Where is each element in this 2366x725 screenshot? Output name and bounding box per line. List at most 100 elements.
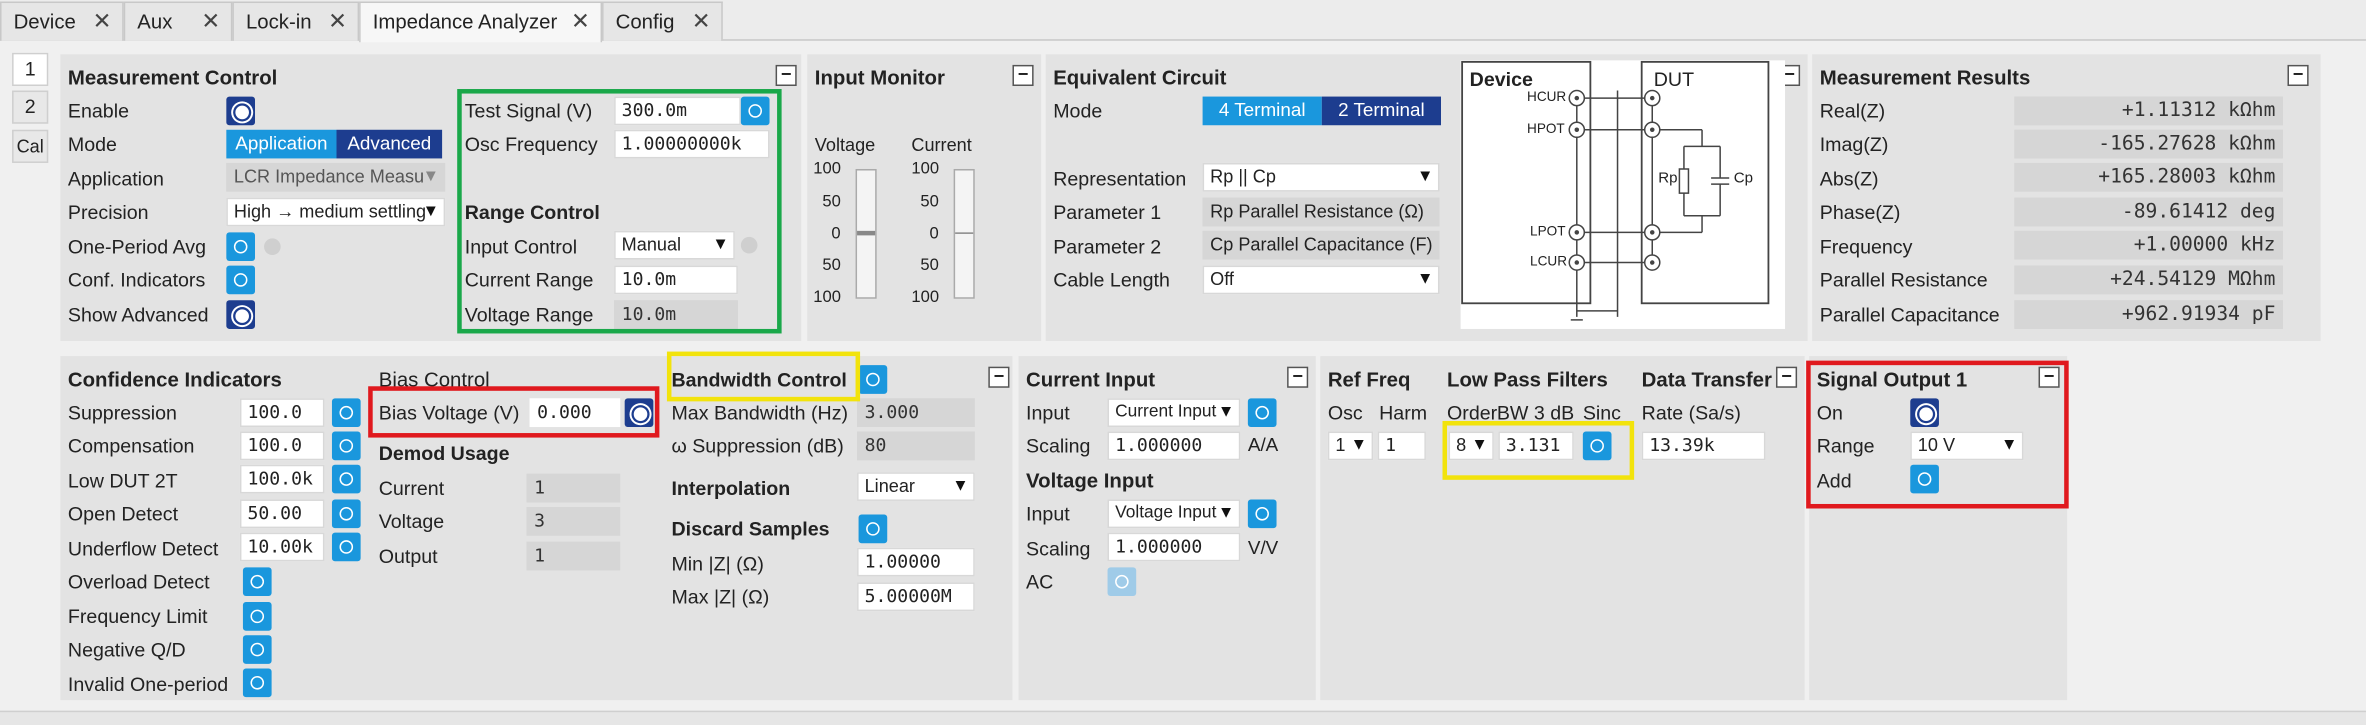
current-input-select[interactable]: Current Input ▼ [1107,398,1241,428]
chevron-down-icon: ▼ [1417,167,1434,186]
suppression-field[interactable]: 100.0 [239,398,325,428]
overload-detect-toggle[interactable] [242,567,272,597]
input-label: Input [1026,502,1070,526]
ac-label: AC [1026,570,1054,593]
tab-lock-in[interactable]: Lock-in ✕ [232,1,360,41]
minimize-icon[interactable]: − [775,64,797,87]
underflow-detect-field[interactable]: 10.00k [239,532,325,562]
close-icon[interactable]: ✕ [201,3,220,41]
parameter-2-field: Cp Parallel Capacitance (F) [1202,230,1440,260]
voltage-input-toggle[interactable] [1247,499,1277,529]
enable-label: Enable [67,99,129,123]
underflow-detect-toggle[interactable] [331,532,361,562]
highlight-box-yellow-lpf [1442,420,1635,480]
ref-freq-lpf-panel: Ref Freq Osc Harm 1 ▼ 1 Low Pass Filters … [1320,356,1805,701]
result-label: Real(Z) [1819,99,1886,123]
demod-current-value: 1 [526,473,621,503]
compensation-field[interactable]: 100.0 [239,431,325,461]
tab-bar: Device ✕ Aux ✕ Lock-in ✕ Impedance Analyzer… [0,0,2366,43]
voltage-input-select[interactable]: Voltage Input ▼ [1107,499,1241,529]
close-icon[interactable]: ✕ [328,3,347,41]
bandwidth-toggle[interactable] [858,365,888,394]
show-advanced-toggle[interactable] [226,300,256,329]
lpf-title: Low Pass Filters [1447,368,1608,391]
open-detect-field[interactable]: 50.00 [239,499,325,529]
low-dut-toggle[interactable] [331,464,361,494]
discard-samples-toggle[interactable] [858,514,888,544]
chevron-down-icon: ▼ [952,476,969,495]
minimize-icon[interactable]: − [988,367,1010,388]
highlight-box-green [457,89,782,334]
current-input-panel: Current Input − Input Current Input ▼ Sca… [1018,356,1316,701]
osc-select[interactable]: 1 ▼ [1327,431,1374,461]
hcur-label: HCUR [1527,89,1567,105]
rate-field[interactable]: 13.39k [1641,431,1766,461]
minimize-icon[interactable]: − [1012,64,1034,87]
interpolation-select[interactable]: Linear ▼ [857,472,975,501]
result-value: +24.54129 MΩhm [2014,265,2283,295]
cable-length-label: Cable Length [1053,268,1170,292]
voltage-input-value: Voltage Input [1115,503,1217,523]
interpolation-value: Linear [864,475,915,497]
demod-output-label: Output [378,544,438,568]
circuit-diagram-svg [1461,60,1770,321]
tab-aux[interactable]: Aux ✕ [123,1,233,41]
input-label: Input [1026,401,1070,425]
close-icon[interactable]: ✕ [692,3,711,41]
application-select[interactable]: LCR Impedance Measu ▼ [226,162,446,192]
precision-select[interactable]: High → medium settling ▼ [226,197,446,227]
min-z-field[interactable]: 1.00000 [857,547,975,577]
side-tab-2[interactable]: 2 [12,90,49,124]
max-z-field[interactable]: 5.00000M [857,582,975,612]
voltage-scaling-field[interactable]: 1.000000 [1107,532,1241,562]
input-monitor-panel: Input Monitor − Voltage Current 100 50 0… [807,54,1042,342]
panel-title: Input Monitor [814,66,945,90]
application-label: Application [67,167,164,191]
ac-toggle[interactable] [1107,567,1137,597]
minimize-icon[interactable]: − [2287,64,2309,87]
voltage-input-title: Voltage Input [1026,469,1154,492]
omega-suppression-field: 80 [857,431,975,461]
chevron-down-icon: ▼ [422,202,440,221]
result-value: +1.11312 kΩhm [2014,96,2283,126]
demod-voltage-value: 3 [526,506,621,536]
result-value: +165.28003 kΩhm [2014,162,2283,192]
frequency-limit-toggle[interactable] [242,602,272,631]
current-scaling-field[interactable]: 1.000000 [1107,431,1241,461]
invalid-one-period-toggle[interactable] [242,668,272,698]
impedance-analyzer-window: Device ✕ Aux ✕ Lock-in ✕ Impedance Analyzer… [0,0,2366,725]
side-tab-1[interactable]: 1 [12,52,49,87]
minimize-icon[interactable]: − [1287,367,1309,388]
mode-application-button[interactable]: Application [226,129,337,159]
negative-qd-toggle[interactable] [242,635,272,664]
demod-output-value: 1 [526,541,621,571]
two-terminal-button[interactable]: 2 Terminal [1321,96,1441,126]
close-icon[interactable]: ✕ [571,3,590,41]
representation-select[interactable]: Rp || Cp ▼ [1202,162,1440,192]
lcur-label: LCUR [1530,253,1568,269]
cable-length-select[interactable]: Off ▼ [1202,265,1440,295]
side-tab-cal[interactable]: Cal [12,129,49,163]
harm-field[interactable]: 1 [1377,431,1426,461]
compensation-toggle[interactable] [331,431,361,461]
measurement-results-panel: Measurement Results − Real(Z) +1.11312 k… [1812,54,2321,342]
low-dut-field[interactable]: 100.0k [239,464,325,494]
tab-device[interactable]: Device ✕ [0,1,124,41]
enable-toggle[interactable] [226,96,256,126]
current-input-toggle[interactable] [1247,398,1277,428]
mode-advanced-button[interactable]: Advanced [336,129,443,159]
close-icon[interactable]: ✕ [93,3,112,41]
four-terminal-button[interactable]: 4 Terminal [1202,96,1322,126]
tab-impedance-analyzer[interactable]: Impedance Analyzer ✕ [359,1,603,43]
minimize-icon[interactable]: − [1775,367,1798,388]
voltage-label: Voltage [814,134,876,156]
tab-config[interactable]: Config ✕ [602,1,723,41]
conf-indicators-toggle[interactable] [226,265,256,295]
open-detect-toggle[interactable] [331,499,361,529]
one-period-toggle[interactable] [226,232,256,262]
suppression-toggle[interactable] [331,398,361,428]
chevron-down-icon: ▼ [1217,402,1235,421]
current-scaling-unit: A/A [1247,434,1279,456]
interpolation-label: Interpolation [671,476,791,500]
confidence-label: Compensation [67,434,195,458]
